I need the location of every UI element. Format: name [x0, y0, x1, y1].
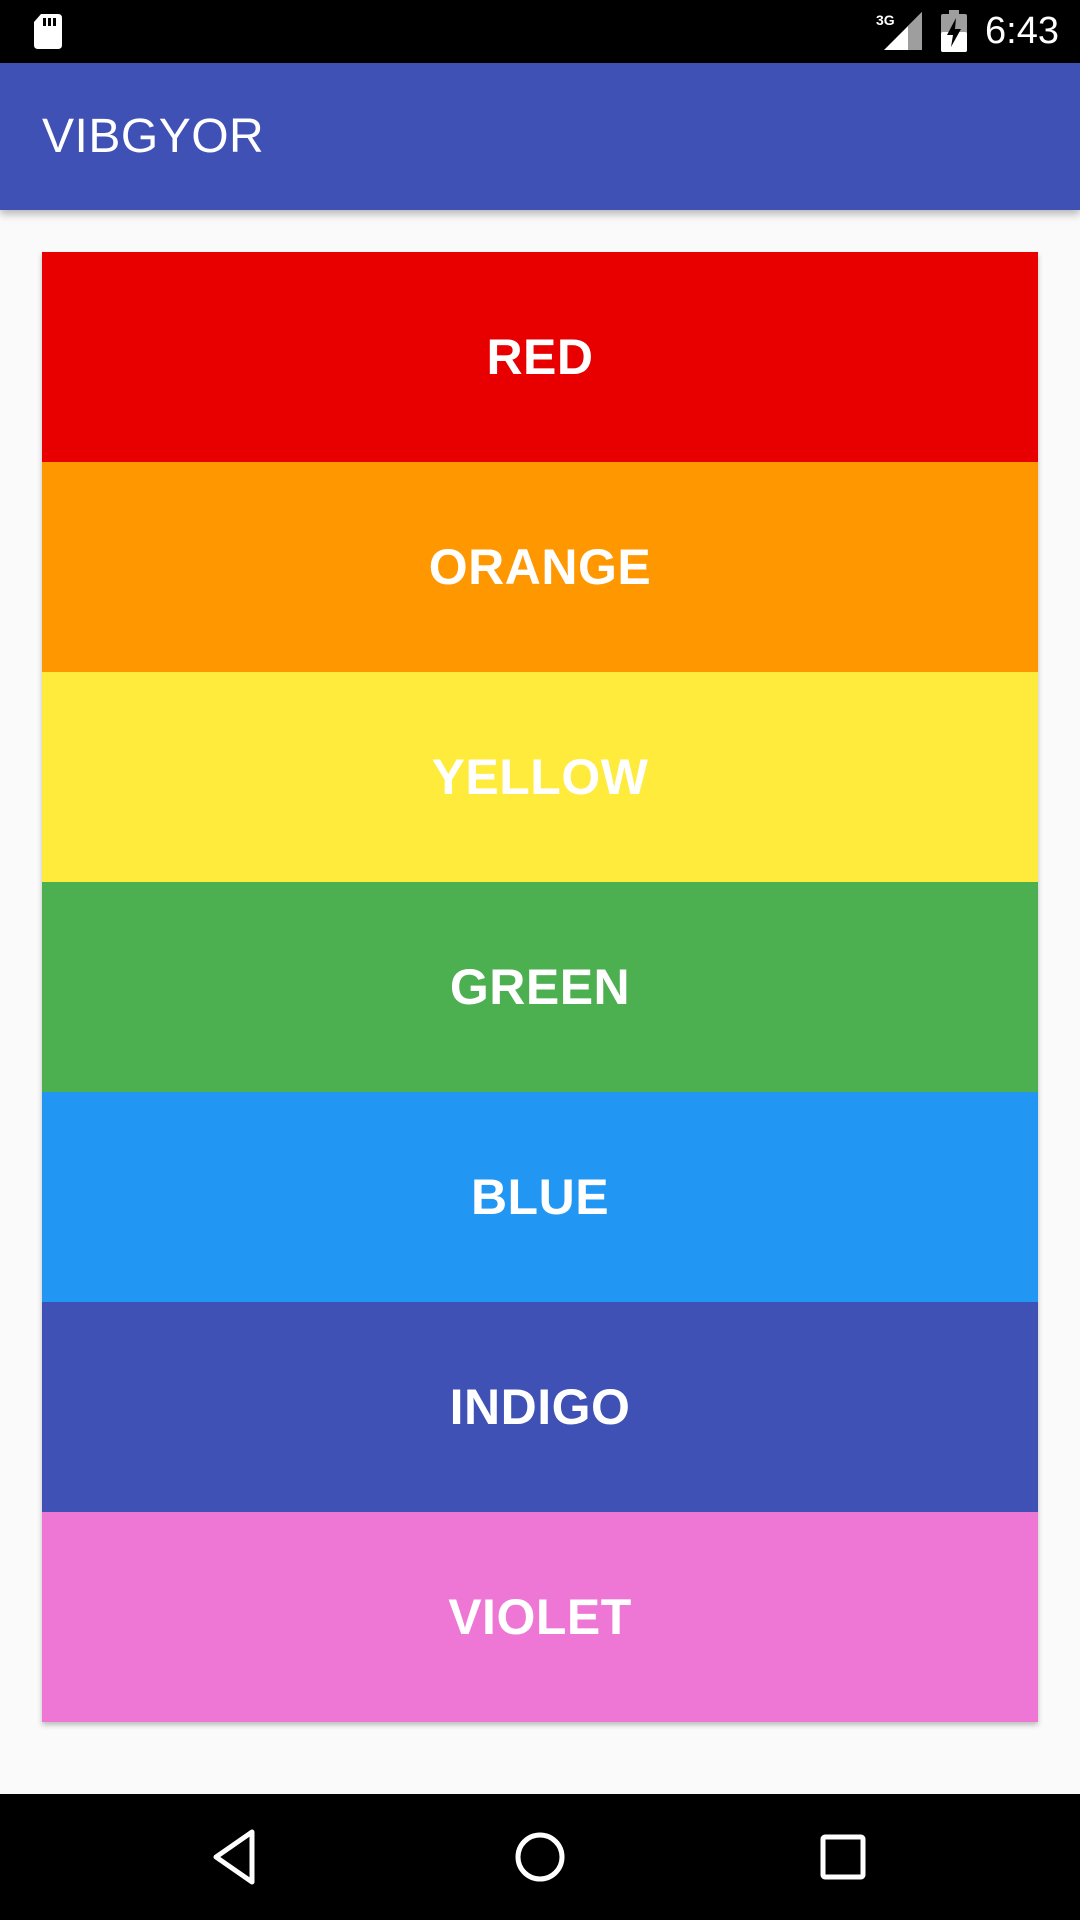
sd-card-icon	[34, 14, 62, 49]
color-button-indigo[interactable]: INDIGO	[42, 1302, 1038, 1512]
color-button-yellow[interactable]: YELLOW	[42, 672, 1038, 882]
color-button-red[interactable]: RED	[42, 252, 1038, 462]
navigation-bar	[0, 1794, 1080, 1920]
color-button-violet[interactable]: VIOLET	[42, 1512, 1038, 1722]
signal-3g-icon: 3G	[876, 12, 922, 50]
app-bar: VIBGYOR	[0, 63, 1080, 210]
color-button-orange[interactable]: ORANGE	[42, 462, 1038, 672]
color-list: RED ORANGE YELLOW GREEN BLUE INDIGO VIOL…	[42, 252, 1038, 1722]
status-bar: 3G 6:43	[0, 0, 1080, 63]
battery-charging-icon	[941, 10, 967, 52]
svg-text:3G: 3G	[876, 12, 895, 28]
back-icon[interactable]	[203, 1824, 269, 1890]
app-title: VIBGYOR	[42, 110, 265, 163]
color-button-blue[interactable]: BLUE	[42, 1092, 1038, 1302]
color-button-green[interactable]: GREEN	[42, 882, 1038, 1092]
status-time: 6:43	[985, 10, 1059, 52]
recents-icon[interactable]	[810, 1824, 876, 1890]
home-icon[interactable]	[507, 1824, 573, 1890]
